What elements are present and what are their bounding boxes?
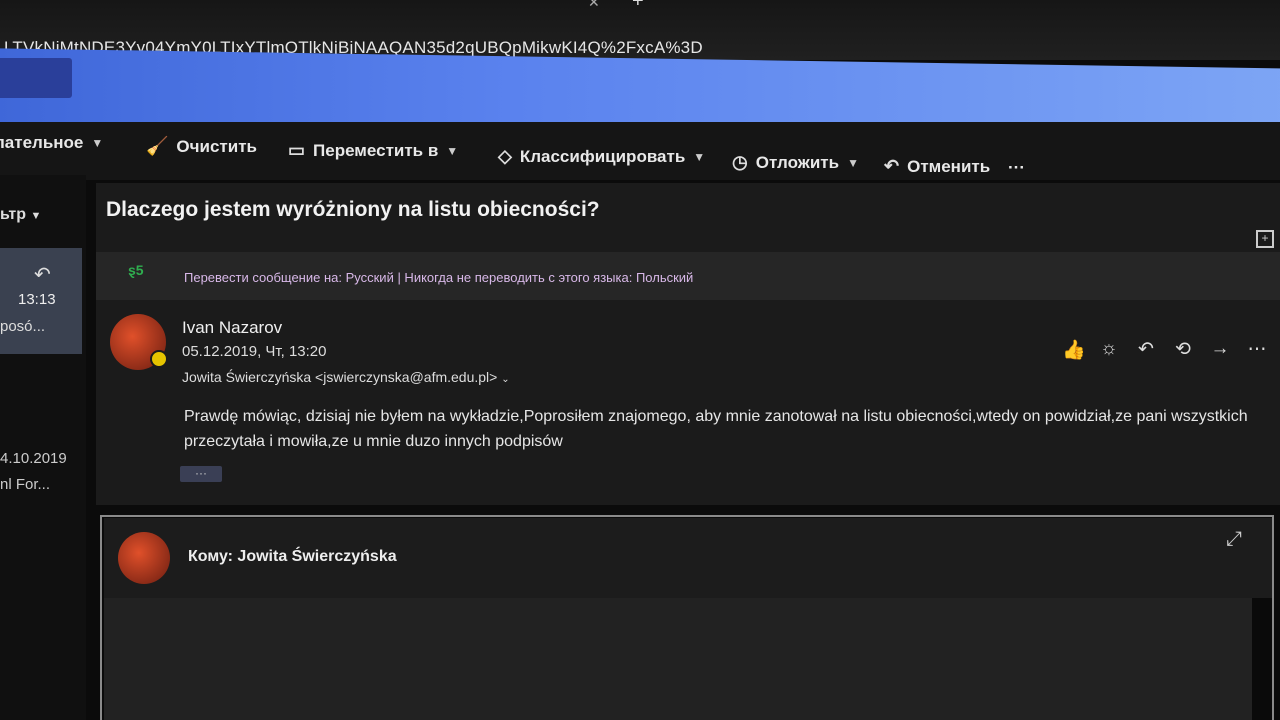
presence-status-icon bbox=[150, 350, 168, 368]
recipient-line[interactable]: Jowita Świerczyńska <jswierczynska@afm.e… bbox=[182, 369, 510, 385]
undo-icon: ↶ bbox=[884, 156, 900, 176]
compose-to-field[interactable]: Кому: Jowita Świerczyńska bbox=[188, 548, 397, 566]
to-label: Кому: bbox=[188, 548, 233, 565]
move-label: Переместить в bbox=[313, 140, 439, 160]
move-to-button[interactable]: ▭ Переместить в ▼ bbox=[288, 140, 458, 161]
sun-icon[interactable]: ☼ bbox=[1099, 338, 1119, 362]
folder-label: лательное bbox=[0, 133, 84, 152]
list-item-preview: posó... bbox=[0, 318, 46, 335]
new-tab-icon[interactable]: + bbox=[632, 0, 644, 13]
translate-icon: ȿ5 bbox=[128, 262, 144, 278]
message-subject: Dlaczego jestem wyróżniony na listu obie… bbox=[106, 198, 600, 221]
list-item-preview[interactable]: nl For... bbox=[0, 476, 50, 493]
message-body: Prawdę mówiąc, dzisiaj nie byłem na wykł… bbox=[184, 408, 1248, 450]
snooze-button[interactable]: ◷ Отложить ▼ bbox=[732, 152, 859, 173]
chevron-down-icon: ⌄ bbox=[501, 374, 510, 385]
broom-icon: 🧹 bbox=[146, 136, 169, 156]
show-quoted-text-button[interactable]: ··· bbox=[180, 466, 222, 482]
folder-move-icon: ▭ bbox=[288, 140, 306, 160]
categorize-label: Классифицировать bbox=[519, 146, 686, 166]
pop-out-icon[interactable]: ⤢ bbox=[1226, 528, 1242, 551]
filter-dropdown[interactable]: ьтр ▼ bbox=[0, 206, 41, 224]
close-tab-icon[interactable]: ✕ bbox=[588, 0, 600, 11]
like-icon[interactable]: 👍 bbox=[1062, 338, 1086, 362]
categorize-button[interactable]: ◇ Классифицировать ▼ bbox=[498, 146, 705, 167]
more-icon[interactable]: ⋯ bbox=[1247, 338, 1267, 362]
message-actions: 👍 ☼ ↶ ⟲ → ⋯ bbox=[1062, 338, 1267, 362]
expand-icon[interactable]: + bbox=[1256, 230, 1274, 248]
chevron-down-icon: ▼ bbox=[693, 149, 706, 164]
chevron-down-icon: ▼ bbox=[847, 155, 859, 170]
tag-icon: ◇ bbox=[498, 146, 512, 166]
more-icon: ··· bbox=[1008, 158, 1025, 177]
translate-link[interactable]: Перевести сообщение на: Русский | Никогд… bbox=[184, 270, 693, 285]
avatar bbox=[118, 532, 170, 584]
undo-button[interactable]: ↶ Отменить bbox=[884, 156, 990, 177]
list-item-date[interactable]: 4.10.2019 bbox=[0, 450, 67, 467]
app-launcher-button[interactable] bbox=[0, 58, 72, 98]
reply-icon: ↶ bbox=[34, 264, 51, 286]
undo-label: Отменить bbox=[907, 156, 991, 176]
forward-icon[interactable]: → bbox=[1210, 338, 1230, 362]
to-recipient: Jowita Świerczyńska bbox=[237, 548, 397, 565]
reply-icon[interactable]: ↶ bbox=[1136, 338, 1156, 362]
chevron-down-icon: ▼ bbox=[30, 210, 42, 222]
chevron-down-icon: ▼ bbox=[91, 136, 104, 150]
message-date: 05.12.2019, Чт, 13:20 bbox=[182, 343, 327, 360]
reply-all-icon[interactable]: ⟲ bbox=[1173, 338, 1193, 362]
recipient-address: Jowita Świerczyńska <jswierczynska@afm.e… bbox=[182, 369, 498, 385]
snooze-label: Отложить bbox=[755, 152, 840, 172]
clear-label: Очистить bbox=[176, 136, 257, 156]
clear-button[interactable]: 🧹 Очистить bbox=[146, 136, 257, 157]
compose-body-editor[interactable] bbox=[104, 598, 1252, 720]
more-actions-button[interactable]: ··· bbox=[1008, 158, 1025, 178]
list-item-time: 13:13 bbox=[18, 291, 56, 308]
clock-icon: ◷ bbox=[732, 152, 748, 172]
filter-label: ьтр bbox=[0, 206, 27, 223]
chevron-down-icon: ▼ bbox=[446, 143, 459, 158]
folder-dropdown[interactable]: лательное ▼ bbox=[0, 133, 103, 153]
sender-name[interactable]: Ivan Nazarov bbox=[182, 318, 282, 338]
